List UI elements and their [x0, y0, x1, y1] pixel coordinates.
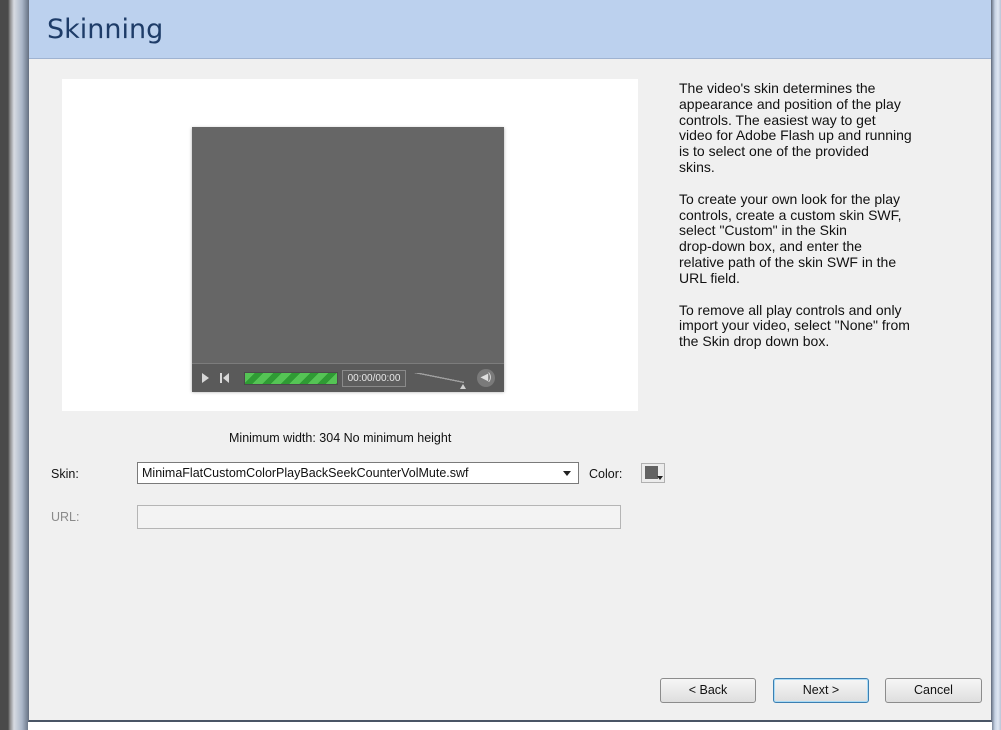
url-field[interactable]: [137, 505, 621, 529]
chevron-down-icon: [657, 476, 663, 480]
skin-preview-panel: 00:00/00:00 ◀): [62, 79, 638, 411]
video-player-preview: 00:00/00:00 ◀): [192, 127, 504, 392]
volume-knob: [460, 384, 466, 389]
speaker-mute-icon: ◀): [477, 369, 495, 387]
dialog-header: Skinning: [29, 0, 991, 59]
player-control-bar: 00:00/00:00 ◀): [192, 363, 504, 392]
cancel-button[interactable]: Cancel: [885, 678, 982, 703]
description-paragraph: The video's skin determines the appearan…: [679, 80, 912, 175]
skin-description: The video's skin determines the appearan…: [679, 80, 979, 366]
minimum-size-label: Minimum width: 304 No minimum height: [229, 431, 452, 445]
next-button[interactable]: Next >: [773, 678, 869, 703]
time-counter: 00:00/00:00: [342, 370, 406, 387]
url-label: URL:: [51, 510, 80, 524]
description-paragraph: To remove all play controls and only imp…: [679, 301, 910, 350]
description-paragraph: To create your own look for the play con…: [679, 190, 902, 286]
skinning-dialog: Skinning 00:00/00:00 ◀) The video's skin…: [28, 0, 992, 722]
window-frame-right: [992, 0, 1001, 730]
play-icon: [202, 373, 209, 383]
page-title: Skinning: [47, 14, 164, 45]
color-picker-button[interactable]: [641, 463, 665, 483]
back-button[interactable]: < Back: [660, 678, 756, 703]
rewind-icon: [220, 373, 230, 383]
skin-label: Skin:: [51, 467, 79, 481]
volume-slider: [414, 373, 464, 383]
color-label: Color:: [589, 467, 623, 481]
skin-dropdown[interactable]: MinimaFlatCustomColorPlayBackSeekCounter…: [137, 462, 579, 484]
seek-bar: [244, 372, 338, 385]
skin-dropdown-value: MinimaFlatCustomColorPlayBackSeekCounter…: [142, 466, 469, 480]
window-frame-left: [0, 0, 28, 730]
chevron-down-icon: [563, 471, 571, 476]
